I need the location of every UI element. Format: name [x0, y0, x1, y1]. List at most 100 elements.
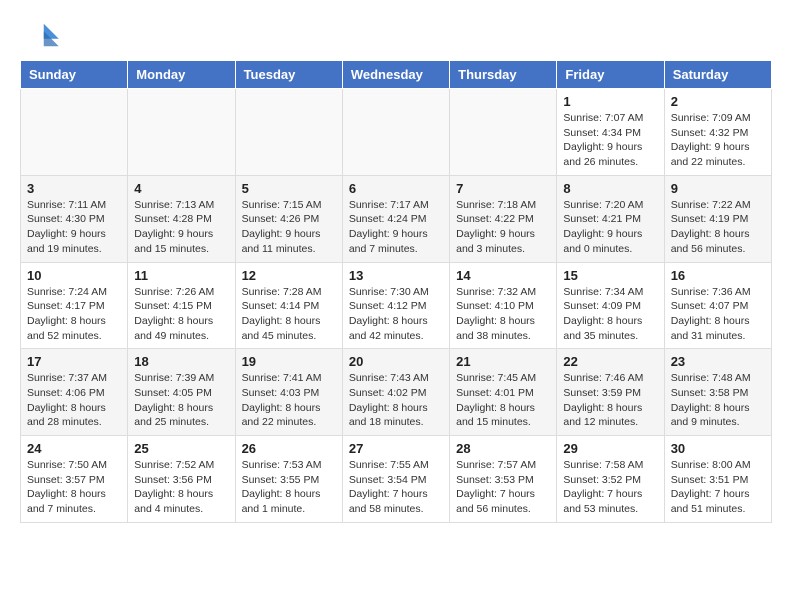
weekday-header: Saturday: [664, 61, 771, 89]
day-number: 21: [456, 354, 550, 369]
day-info: Sunrise: 7:24 AM Sunset: 4:17 PM Dayligh…: [27, 285, 121, 344]
calendar-cell: [21, 89, 128, 176]
day-info: Sunrise: 7:28 AM Sunset: 4:14 PM Dayligh…: [242, 285, 336, 344]
day-number: 11: [134, 268, 228, 283]
day-info: Sunrise: 7:46 AM Sunset: 3:59 PM Dayligh…: [563, 371, 657, 430]
calendar-cell: [128, 89, 235, 176]
day-info: Sunrise: 7:39 AM Sunset: 4:05 PM Dayligh…: [134, 371, 228, 430]
calendar-cell: 27Sunrise: 7:55 AM Sunset: 3:54 PM Dayli…: [342, 436, 449, 523]
calendar-cell: 4 Sunrise: 7:13 AM Sunset: 4:28 PM Daylig…: [128, 175, 235, 262]
day-number: 12: [242, 268, 336, 283]
day-info: Sunrise: 7:09 AM Sunset: 4:32 PM Dayligh…: [671, 111, 765, 170]
day-info: Sunrise: 7:15 AM Sunset: 4:26 PM Dayligh…: [242, 198, 336, 257]
day-info: Sunrise: 7:34 AM Sunset: 4:09 PM Dayligh…: [563, 285, 657, 344]
day-number: 19: [242, 354, 336, 369]
calendar-cell: 3 Sunrise: 7:11 AM Sunset: 4:30 PM Daylig…: [21, 175, 128, 262]
day-number: 30: [671, 441, 765, 456]
day-number: 27: [349, 441, 443, 456]
day-info: Sunrise: 7:52 AM Sunset: 3:56 PM Dayligh…: [134, 458, 228, 517]
day-info: Sunrise: 7:20 AM Sunset: 4:21 PM Dayligh…: [563, 198, 657, 257]
day-number: 16: [671, 268, 765, 283]
calendar-header-row: SundayMondayTuesdayWednesdayThursdayFrid…: [21, 61, 772, 89]
calendar-cell: 29 Sunrise: 7:58 AM Sunset: 3:52 PM Dayli…: [557, 436, 664, 523]
calendar-cell: 5 Sunrise: 7:15 AM Sunset: 4:26 PM Daylig…: [235, 175, 342, 262]
calendar-cell: 24 Sunrise: 7:50 AM Sunset: 3:57 PM Dayli…: [21, 436, 128, 523]
day-number: 3: [27, 181, 121, 196]
day-number: 14: [456, 268, 550, 283]
calendar-cell: 13Sunrise: 7:30 AM Sunset: 4:12 PM Dayli…: [342, 262, 449, 349]
calendar-cell: 6 Sunrise: 7:17 AM Sunset: 4:24 PM Daylig…: [342, 175, 449, 262]
calendar-cell: 1Sunrise: 7:07 AM Sunset: 4:34 PM Daylig…: [557, 89, 664, 176]
calendar-cell: 2 Sunrise: 7:09 AM Sunset: 4:32 PM Daylig…: [664, 89, 771, 176]
day-info: Sunrise: 7:13 AM Sunset: 4:28 PM Dayligh…: [134, 198, 228, 257]
weekday-header: Sunday: [21, 61, 128, 89]
day-info: Sunrise: 7:26 AM Sunset: 4:15 PM Dayligh…: [134, 285, 228, 344]
day-info: Sunrise: 7:37 AM Sunset: 4:06 PM Dayligh…: [27, 371, 121, 430]
day-number: 7: [456, 181, 550, 196]
calendar-cell: 16 Sunrise: 7:36 AM Sunset: 4:07 PM Dayli…: [664, 262, 771, 349]
day-info: Sunrise: 7:57 AM Sunset: 3:53 PM Dayligh…: [456, 458, 550, 517]
weekday-header: Monday: [128, 61, 235, 89]
calendar-week-row: 10 Sunrise: 7:24 AM Sunset: 4:17 PM Dayli…: [21, 262, 772, 349]
day-info: Sunrise: 7:53 AM Sunset: 3:55 PM Dayligh…: [242, 458, 336, 517]
day-number: 15: [563, 268, 657, 283]
day-number: 23: [671, 354, 765, 369]
day-number: 28: [456, 441, 550, 456]
weekday-header: Tuesday: [235, 61, 342, 89]
day-number: 25: [134, 441, 228, 456]
day-info: Sunrise: 7:11 AM Sunset: 4:30 PM Dayligh…: [27, 198, 121, 257]
calendar-cell: 19 Sunrise: 7:41 AM Sunset: 4:03 PM Dayli…: [235, 349, 342, 436]
day-number: 17: [27, 354, 121, 369]
calendar-cell: 15 Sunrise: 7:34 AM Sunset: 4:09 PM Dayli…: [557, 262, 664, 349]
calendar-cell: 21 Sunrise: 7:45 AM Sunset: 4:01 PM Dayli…: [450, 349, 557, 436]
day-number: 22: [563, 354, 657, 369]
day-info: Sunrise: 7:18 AM Sunset: 4:22 PM Dayligh…: [456, 198, 550, 257]
day-info: Sunrise: 7:30 AM Sunset: 4:12 PM Dayligh…: [349, 285, 443, 344]
calendar-cell: 25 Sunrise: 7:52 AM Sunset: 3:56 PM Dayli…: [128, 436, 235, 523]
calendar-cell: 22 Sunrise: 7:46 AM Sunset: 3:59 PM Dayli…: [557, 349, 664, 436]
day-info: Sunrise: 7:58 AM Sunset: 3:52 PM Dayligh…: [563, 458, 657, 517]
day-info: Sunrise: 7:32 AM Sunset: 4:10 PM Dayligh…: [456, 285, 550, 344]
calendar-cell: [235, 89, 342, 176]
calendar-table: SundayMondayTuesdayWednesdayThursdayFrid…: [20, 60, 772, 523]
calendar-week-row: 3 Sunrise: 7:11 AM Sunset: 4:30 PM Daylig…: [21, 175, 772, 262]
calendar-cell: 8Sunrise: 7:20 AM Sunset: 4:21 PM Daylig…: [557, 175, 664, 262]
logo: [20, 20, 64, 50]
weekday-header: Wednesday: [342, 61, 449, 89]
day-info: Sunrise: 7:50 AM Sunset: 3:57 PM Dayligh…: [27, 458, 121, 517]
day-number: 1: [563, 94, 657, 109]
calendar-cell: [342, 89, 449, 176]
day-info: Sunrise: 7:22 AM Sunset: 4:19 PM Dayligh…: [671, 198, 765, 257]
day-number: 4: [134, 181, 228, 196]
calendar-cell: 26 Sunrise: 7:53 AM Sunset: 3:55 PM Dayli…: [235, 436, 342, 523]
day-number: 2: [671, 94, 765, 109]
logo-icon: [20, 20, 60, 50]
day-number: 18: [134, 354, 228, 369]
day-number: 6: [349, 181, 443, 196]
calendar-cell: 11 Sunrise: 7:26 AM Sunset: 4:15 PM Dayli…: [128, 262, 235, 349]
day-info: Sunrise: 8:00 AM Sunset: 3:51 PM Dayligh…: [671, 458, 765, 517]
calendar-cell: [450, 89, 557, 176]
day-number: 29: [563, 441, 657, 456]
day-number: 10: [27, 268, 121, 283]
day-number: 26: [242, 441, 336, 456]
weekday-header: Thursday: [450, 61, 557, 89]
calendar-cell: 20 Sunrise: 7:43 AM Sunset: 4:02 PM Dayli…: [342, 349, 449, 436]
calendar-cell: 9Sunrise: 7:22 AM Sunset: 4:19 PM Daylig…: [664, 175, 771, 262]
calendar-cell: 23Sunrise: 7:48 AM Sunset: 3:58 PM Dayli…: [664, 349, 771, 436]
calendar-cell: 14 Sunrise: 7:32 AM Sunset: 4:10 PM Dayli…: [450, 262, 557, 349]
day-info: Sunrise: 7:43 AM Sunset: 4:02 PM Dayligh…: [349, 371, 443, 430]
day-number: 5: [242, 181, 336, 196]
calendar-cell: 12 Sunrise: 7:28 AM Sunset: 4:14 PM Dayli…: [235, 262, 342, 349]
calendar-week-row: 24 Sunrise: 7:50 AM Sunset: 3:57 PM Dayli…: [21, 436, 772, 523]
day-info: Sunrise: 7:41 AM Sunset: 4:03 PM Dayligh…: [242, 371, 336, 430]
day-number: 24: [27, 441, 121, 456]
calendar-week-row: 1Sunrise: 7:07 AM Sunset: 4:34 PM Daylig…: [21, 89, 772, 176]
day-info: Sunrise: 7:36 AM Sunset: 4:07 PM Dayligh…: [671, 285, 765, 344]
day-number: 20: [349, 354, 443, 369]
day-info: Sunrise: 7:17 AM Sunset: 4:24 PM Dayligh…: [349, 198, 443, 257]
day-info: Sunrise: 7:45 AM Sunset: 4:01 PM Dayligh…: [456, 371, 550, 430]
page-header: [20, 20, 772, 50]
calendar-cell: 28 Sunrise: 7:57 AM Sunset: 3:53 PM Dayli…: [450, 436, 557, 523]
calendar-cell: 7 Sunrise: 7:18 AM Sunset: 4:22 PM Daylig…: [450, 175, 557, 262]
